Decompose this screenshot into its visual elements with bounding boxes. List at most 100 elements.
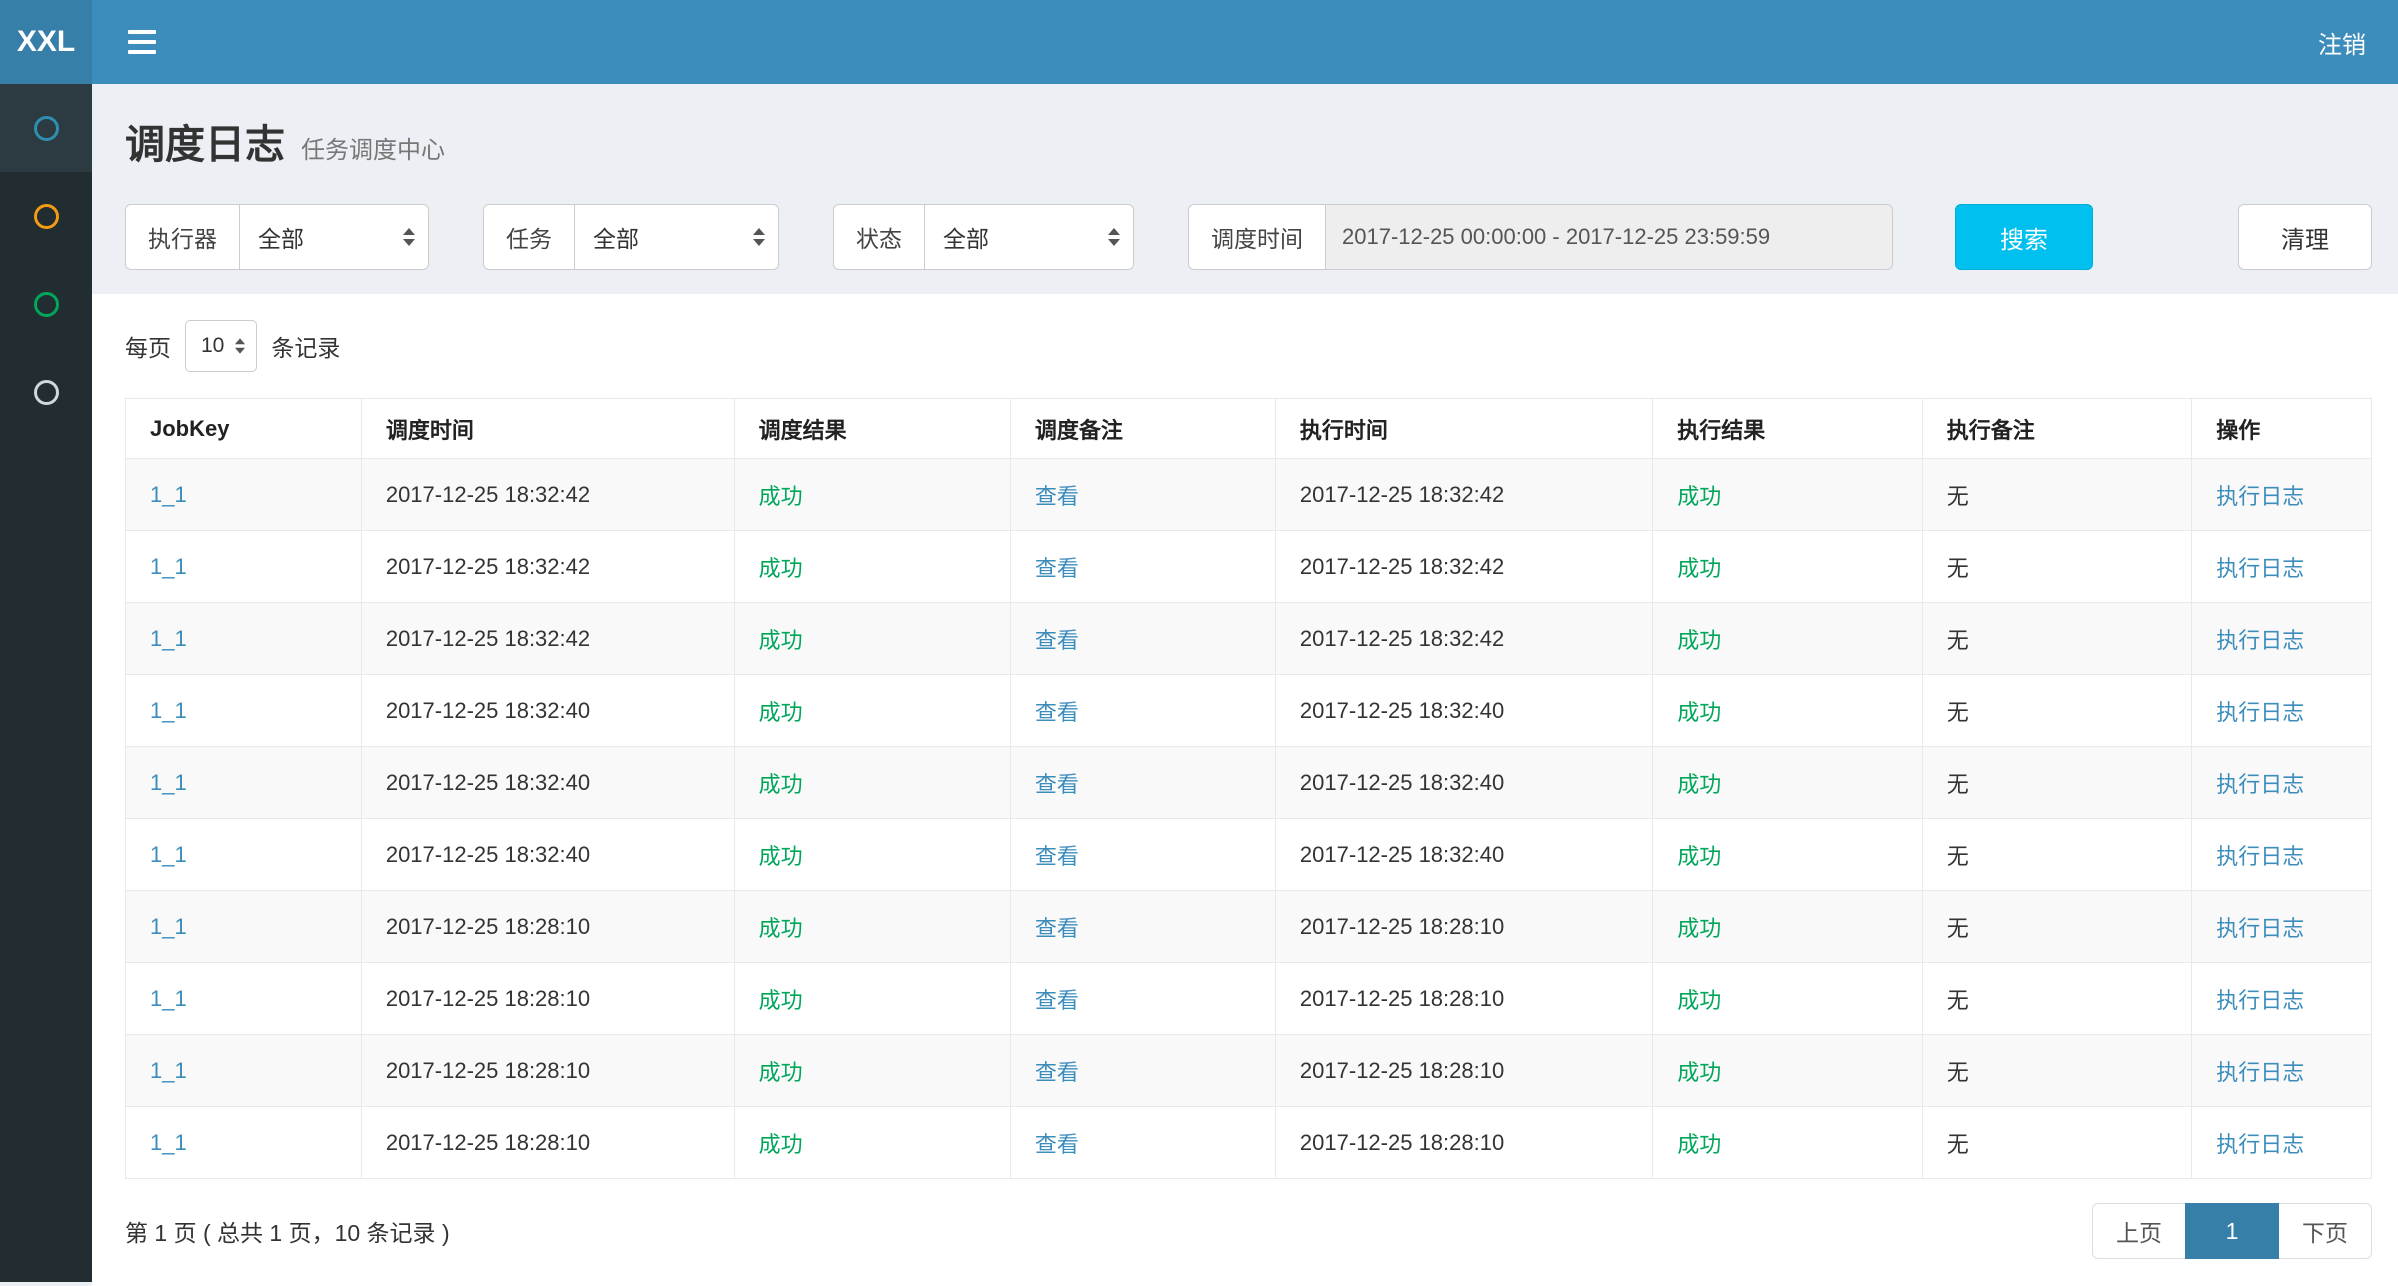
trigger-time-cell: 2017-12-25 18:32:42 xyxy=(386,554,590,579)
search-button[interactable]: 搜索 xyxy=(1955,204,2093,270)
handle-time-cell: 2017-12-25 18:28:10 xyxy=(1300,1130,1504,1155)
column-header: JobKey xyxy=(126,399,362,459)
trigger-result-cell: 成功 xyxy=(759,916,803,941)
executor-select-value: 全部 xyxy=(258,220,304,254)
log-table-head: JobKey调度时间调度结果调度备注执行时间执行结果执行备注操作 xyxy=(126,399,2372,459)
page-subtitle: 任务调度中心 xyxy=(301,130,445,165)
execution-log-link[interactable]: 执行日志 xyxy=(2216,916,2304,941)
handle-time-cell: 2017-12-25 18:32:40 xyxy=(1300,842,1504,867)
trigger-result-cell: 成功 xyxy=(759,556,803,581)
handle-msg-cell: 无 xyxy=(1947,772,1969,797)
sidebar-item-3[interactable] xyxy=(0,260,92,348)
view-trigger-msg-link[interactable]: 查看 xyxy=(1035,1060,1079,1085)
handle-result-cell: 成功 xyxy=(1677,1060,1721,1085)
time-range-input[interactable]: 2017-12-25 00:00:00 - 2017-12-25 23:59:5… xyxy=(1325,204,1893,270)
jobkey-link[interactable]: 1_1 xyxy=(150,914,187,939)
spinner-arrows-icon xyxy=(235,338,245,353)
handle-time-cell: 2017-12-25 18:28:10 xyxy=(1300,914,1504,939)
execution-log-link[interactable]: 执行日志 xyxy=(2216,484,2304,509)
view-trigger-msg-link[interactable]: 查看 xyxy=(1035,556,1079,581)
page-1-button[interactable]: 1 xyxy=(2185,1203,2279,1259)
page-size-value: 10 xyxy=(201,334,224,358)
prev-page-button[interactable]: 上页 xyxy=(2092,1203,2186,1259)
table-row: 1_12017-12-25 18:32:40成功查看2017-12-25 18:… xyxy=(126,675,2372,747)
view-trigger-msg-link[interactable]: 查看 xyxy=(1035,628,1079,653)
trigger-result-cell: 成功 xyxy=(759,484,803,509)
jobkey-link[interactable]: 1_1 xyxy=(150,1058,187,1083)
time-filter-label: 调度时间 xyxy=(1188,204,1325,270)
trigger-result-cell: 成功 xyxy=(759,772,803,797)
menu-icon-bar xyxy=(128,40,156,44)
sidebar-item-4[interactable] xyxy=(0,348,92,436)
view-trigger-msg-link[interactable]: 查看 xyxy=(1035,844,1079,869)
handle-result-cell: 成功 xyxy=(1677,916,1721,941)
jobkey-link[interactable]: 1_1 xyxy=(150,698,187,723)
page-size-suffix: 条记录 xyxy=(271,329,340,363)
circle-o-icon xyxy=(34,292,59,317)
sidebar-item-2[interactable] xyxy=(0,172,92,260)
execution-log-link[interactable]: 执行日志 xyxy=(2216,700,2304,725)
column-header: 调度备注 xyxy=(1010,399,1275,459)
view-trigger-msg-link[interactable]: 查看 xyxy=(1035,1132,1079,1157)
trigger-time-cell: 2017-12-25 18:32:42 xyxy=(386,626,590,651)
trigger-result-cell: 成功 xyxy=(759,628,803,653)
table-row: 1_1 2017-12-25 18:32:40 成功 查看 2017-12-25 18:… xyxy=(126,819,2372,891)
trigger-result-cell: 成功 xyxy=(759,700,803,725)
handle-time-cell: 2017-12-25 18:32:40 xyxy=(1300,770,1504,795)
table-row: 1_12017-12-25 18:28:10成功查看2017-12-25 18:… xyxy=(126,1035,2372,1107)
view-trigger-msg-link[interactable]: 查看 xyxy=(1035,916,1079,941)
jobkey-link[interactable]: 1_1 xyxy=(150,842,187,867)
job-select[interactable]: 全部 xyxy=(574,204,779,270)
clear-button[interactable]: 清理 xyxy=(2238,204,2372,270)
column-header: 调度结果 xyxy=(734,399,1010,459)
handle-result-cell: 成功 xyxy=(1677,844,1721,869)
table-footer: 第 1 页 ( 总共 1 页，10 条记录 ) 上页 1 下页 xyxy=(125,1203,2372,1259)
execution-log-link[interactable]: 执行日志 xyxy=(2216,556,2304,581)
table-row: 1_12017-12-25 18:32:42成功查看2017-12-25 18:… xyxy=(126,531,2372,603)
next-page-button[interactable]: 下页 xyxy=(2278,1203,2372,1259)
execution-log-link[interactable]: 执行日志 xyxy=(2216,1132,2304,1157)
jobkey-link[interactable]: 1_1 xyxy=(150,626,187,651)
execution-log-link[interactable]: 执行日志 xyxy=(2216,772,2304,797)
logout-link[interactable]: 注销 xyxy=(2318,25,2366,60)
time-filter-group: 调度时间 2017-12-25 00:00:00 - 2017-12-25 23… xyxy=(1188,204,1893,270)
view-trigger-msg-link[interactable]: 查看 xyxy=(1035,484,1079,509)
menu-icon-bar xyxy=(128,30,156,34)
trigger-time-cell: 2017-12-25 18:32:40 xyxy=(386,770,590,795)
jobkey-link[interactable]: 1_1 xyxy=(150,770,187,795)
handle-result-cell: 成功 xyxy=(1677,628,1721,653)
table-header-row: JobKey调度时间调度结果调度备注执行时间执行结果执行备注操作 xyxy=(126,399,2372,459)
handle-result-cell: 成功 xyxy=(1677,484,1721,509)
view-trigger-msg-link[interactable]: 查看 xyxy=(1035,772,1079,797)
trigger-result-cell: 成功 xyxy=(759,844,803,869)
spinner-arrows-icon xyxy=(753,228,765,246)
handle-msg-cell: 无 xyxy=(1947,484,1969,509)
execution-log-link[interactable]: 执行日志 xyxy=(2216,1060,2304,1085)
status-filter-label: 状态 xyxy=(833,204,924,270)
spinner-arrows-icon xyxy=(403,228,415,246)
jobkey-link[interactable]: 1_1 xyxy=(150,482,187,507)
status-select[interactable]: 全部 xyxy=(924,204,1134,270)
executor-select[interactable]: 全部 xyxy=(239,204,429,270)
trigger-time-cell: 2017-12-25 18:32:40 xyxy=(386,842,590,867)
handle-time-cell: 2017-12-25 18:28:10 xyxy=(1300,1058,1504,1083)
jobkey-link[interactable]: 1_1 xyxy=(150,1130,187,1155)
brand-logo[interactable]: XXL xyxy=(0,0,92,84)
handle-msg-cell: 无 xyxy=(1947,916,1969,941)
sidebar-item-1[interactable] xyxy=(0,84,92,172)
column-header: 操作 xyxy=(2192,399,2372,459)
view-trigger-msg-link[interactable]: 查看 xyxy=(1035,988,1079,1013)
main-content: 调度日志 任务调度中心 执行器 全部 任务 全部 xyxy=(92,0,2398,1286)
spinner-arrows-icon xyxy=(1108,228,1120,246)
page-size-select[interactable]: 10 xyxy=(185,320,257,372)
page-size-prefix: 每页 xyxy=(125,329,171,363)
trigger-time-cell: 2017-12-25 18:28:10 xyxy=(386,986,590,1011)
jobkey-link[interactable]: 1_1 xyxy=(150,554,187,579)
execution-log-link[interactable]: 执行日志 xyxy=(2216,628,2304,653)
jobkey-link[interactable]: 1_1 xyxy=(150,986,187,1011)
menu-icon[interactable] xyxy=(126,24,158,60)
view-trigger-msg-link[interactable]: 查看 xyxy=(1035,700,1079,725)
job-filter-label: 任务 xyxy=(483,204,574,270)
execution-log-link[interactable]: 执行日志 xyxy=(2216,844,2304,869)
execution-log-link[interactable]: 执行日志 xyxy=(2216,988,2304,1013)
